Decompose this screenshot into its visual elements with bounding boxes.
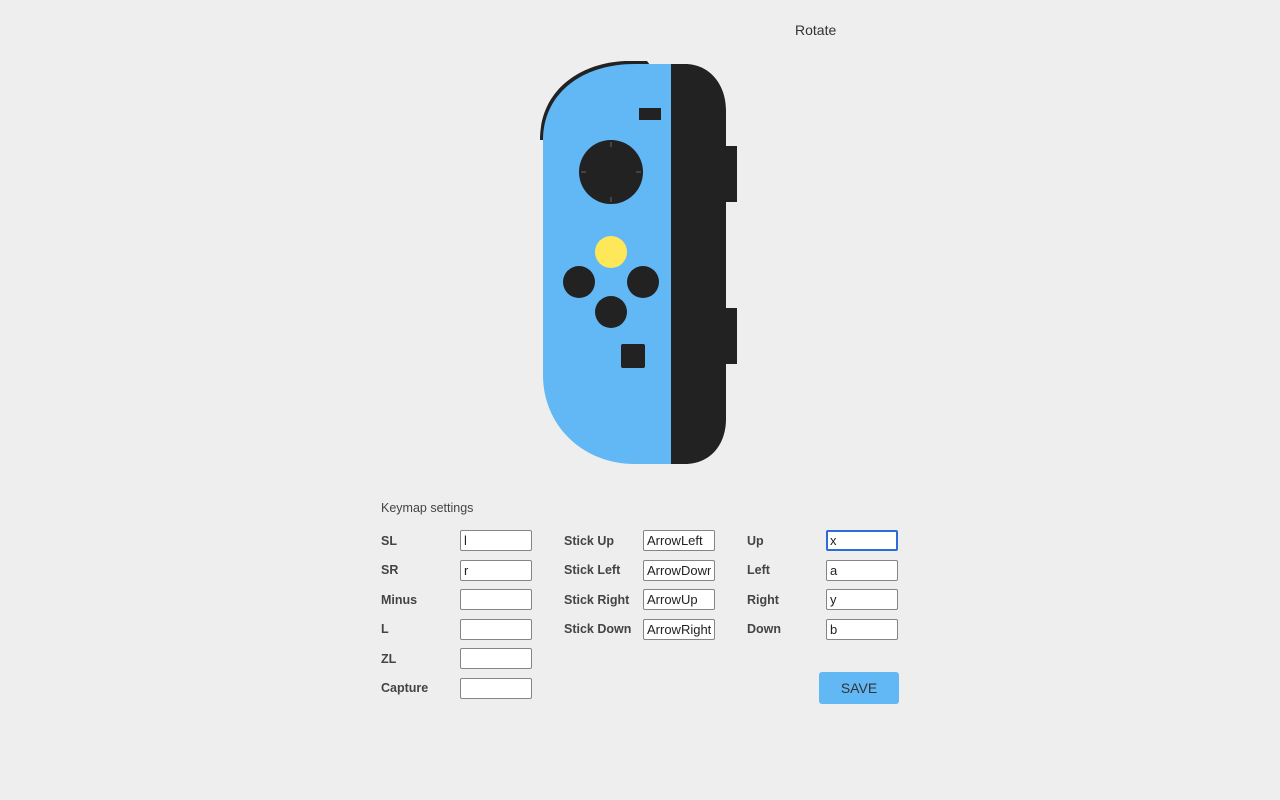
field-stick-left: Stick Left xyxy=(564,556,747,586)
field-label: Stick Up xyxy=(564,533,615,548)
minus-input[interactable] xyxy=(460,589,532,611)
field-label: Stick Right xyxy=(564,592,630,607)
field-label: Capture xyxy=(381,681,429,696)
analog-stick[interactable] xyxy=(579,140,643,204)
down-button[interactable] xyxy=(595,296,627,328)
field-down: Down xyxy=(747,615,907,645)
field-sr: SR xyxy=(381,556,564,586)
keymap-title: Keymap settings xyxy=(381,501,474,515)
up-input[interactable] xyxy=(826,530,898,552)
save-button[interactable]: SAVE xyxy=(819,672,899,704)
capture-input[interactable] xyxy=(460,677,532,699)
rotate-button[interactable]: Rotate xyxy=(785,20,846,40)
side-rail xyxy=(671,64,737,464)
field-label: Down xyxy=(747,622,782,637)
sr-input[interactable] xyxy=(460,559,532,581)
field-left: Left xyxy=(747,556,907,586)
down-input[interactable] xyxy=(826,618,898,640)
field-up: Up xyxy=(747,526,907,556)
right-button[interactable] xyxy=(627,266,659,298)
stick-up-input[interactable] xyxy=(643,530,715,552)
field-l: L xyxy=(381,615,564,645)
joycon-controller xyxy=(540,61,737,464)
minus-button[interactable] xyxy=(639,108,661,120)
field-stick-down: Stick Down xyxy=(564,615,747,645)
field-label: SL xyxy=(381,533,397,548)
field-sl: SL xyxy=(381,526,564,556)
field-stick-right: Stick Right xyxy=(564,585,747,615)
field-label: Right xyxy=(747,592,779,607)
zl-input[interactable] xyxy=(460,648,532,670)
field-minus: Minus xyxy=(381,585,564,615)
right-input[interactable] xyxy=(826,589,898,611)
capture-button[interactable] xyxy=(621,344,645,368)
field-label: Stick Down xyxy=(564,622,632,637)
field-label: Up xyxy=(747,533,764,548)
field-label: L xyxy=(381,622,389,637)
field-label: Minus xyxy=(381,592,418,607)
field-zl: ZL xyxy=(381,644,564,674)
stick-down-input[interactable] xyxy=(643,618,715,640)
field-stick-up: Stick Up xyxy=(564,526,747,556)
sl-input[interactable] xyxy=(460,530,532,552)
left-input[interactable] xyxy=(826,559,898,581)
left-button[interactable] xyxy=(563,266,595,298)
field-label: SR xyxy=(381,563,399,578)
stick-right-input[interactable] xyxy=(643,589,715,611)
field-capture: Capture xyxy=(381,674,564,704)
field-label: Stick Left xyxy=(564,563,621,578)
field-right: Right xyxy=(747,585,907,615)
field-label: Left xyxy=(747,563,770,578)
stick-left-input[interactable] xyxy=(643,559,715,581)
l-input[interactable] xyxy=(460,618,532,640)
field-label: ZL xyxy=(381,651,397,666)
keymap-settings: Keymap settings SL Stick Up Up SR Stick … xyxy=(381,500,901,704)
up-button[interactable] xyxy=(595,236,627,268)
